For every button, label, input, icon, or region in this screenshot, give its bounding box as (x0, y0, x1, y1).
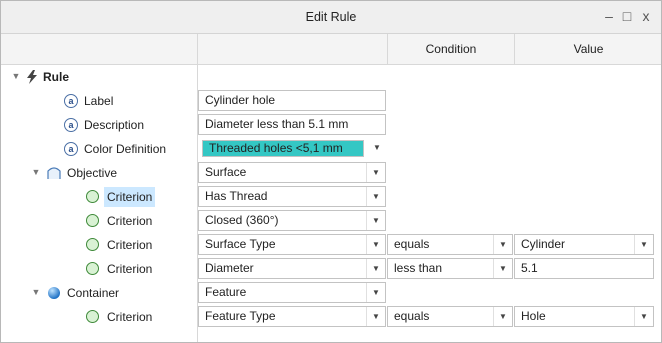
dropdown-arrow-icon[interactable]: ▼ (634, 235, 653, 254)
tree-row-rule[interactable]: ▼ Rule (1, 65, 661, 89)
criterion-icon (86, 190, 99, 203)
collapse-icon[interactable]: ▼ (31, 287, 41, 297)
criterion-label: Criterion (107, 214, 153, 228)
container-dropdown[interactable]: Feature ▼ (198, 282, 386, 303)
dropdown-arrow-icon[interactable]: ▼ (634, 307, 653, 326)
value-text: Cylinder (521, 237, 566, 251)
color-swatch: Threaded holes <5,1 mm (202, 140, 364, 157)
value-text: 5.1 (521, 261, 538, 275)
objective-dropdown[interactable]: Surface ▼ (198, 162, 386, 183)
minimize-button[interactable]: – (601, 8, 617, 24)
dropdown-arrow-icon[interactable]: ▼ (493, 259, 512, 278)
rule-label: Rule (43, 70, 70, 84)
dropdown-arrow-icon[interactable]: ▼ (366, 283, 385, 302)
color-definition-text: Threaded holes <5,1 mm (209, 141, 343, 155)
description-attribute-name: Description (84, 118, 145, 132)
window-title: Edit Rule (305, 10, 357, 24)
label-value-text: Cylinder hole (205, 93, 276, 107)
criterion-icon (86, 238, 99, 251)
dropdown-arrow-icon[interactable]: ▼ (366, 259, 385, 278)
container-label: Container (67, 286, 120, 300)
attribute-icon: a (64, 142, 78, 156)
dropdown-arrow-icon[interactable]: ▼ (366, 307, 385, 326)
criterion-icon (86, 214, 99, 227)
attribute-icon: a (64, 118, 78, 132)
tree-row-criterion[interactable]: Criterion Closed (360°) ▼ (1, 209, 661, 233)
criterion-label: Criterion (107, 262, 153, 276)
description-value-field[interactable]: Diameter less than 5.1 mm (198, 114, 386, 135)
value-input[interactable]: 5.1 (514, 258, 654, 279)
close-button[interactable]: x (638, 8, 654, 24)
label-attribute-name: Label (84, 94, 114, 108)
criterion-label: Criterion (107, 310, 153, 324)
dropdown-arrow-icon[interactable]: ▼ (366, 187, 385, 206)
tree-row-criterion[interactable]: Criterion Feature Type ▼ equals ▼ Hole ▼ (1, 305, 661, 329)
tree-row-container[interactable]: ▼ Container Feature ▼ (1, 281, 661, 305)
condition-value: equals (394, 237, 430, 251)
criterion-property-dropdown[interactable]: Surface Type ▼ (198, 234, 386, 255)
sphere-icon (48, 287, 60, 299)
collapse-icon[interactable]: ▼ (11, 71, 21, 81)
color-definition-dropdown[interactable]: Threaded holes <5,1 mm ▼ (198, 138, 386, 159)
edit-rule-window: Edit Rule – □ x Condition Value ▼ Rule a… (0, 0, 662, 343)
criterion-property-value: Closed (360°) (205, 213, 279, 227)
objective-label: Objective (67, 166, 118, 180)
condition-dropdown[interactable]: equals ▼ (387, 234, 513, 255)
maximize-button[interactable]: □ (619, 8, 635, 24)
condition-value: equals (394, 309, 430, 323)
criterion-property-value: Has Thread (205, 189, 268, 203)
criterion-property-value: Feature Type (205, 309, 276, 323)
surface-icon (47, 167, 61, 179)
criterion-property-dropdown[interactable]: Diameter ▼ (198, 258, 386, 279)
value-dropdown[interactable]: Hole ▼ (514, 306, 654, 327)
criterion-property-dropdown[interactable]: Closed (360°) ▼ (198, 210, 386, 231)
tree-row-color-definition[interactable]: a Color Definition Threaded holes <5,1 m… (1, 137, 661, 161)
column-header-value[interactable]: Value (514, 34, 662, 64)
collapse-icon[interactable]: ▼ (31, 167, 41, 177)
value-text: Hole (521, 309, 546, 323)
value-dropdown[interactable]: Cylinder ▼ (514, 234, 654, 255)
color-definition-name: Color Definition (84, 142, 167, 156)
tree-row-criterion[interactable]: Criterion Surface Type ▼ equals ▼ Cylind… (1, 233, 661, 257)
criterion-property-value: Surface Type (205, 237, 276, 251)
tree-row-objective[interactable]: ▼ Objective Surface ▼ (1, 161, 661, 185)
condition-dropdown[interactable]: less than ▼ (387, 258, 513, 279)
dropdown-arrow-icon[interactable]: ▼ (366, 211, 385, 230)
condition-dropdown[interactable]: equals ▼ (387, 306, 513, 327)
attribute-icon: a (64, 94, 78, 108)
tree-row-description[interactable]: a Description Diameter less than 5.1 mm (1, 113, 661, 137)
condition-value: less than (394, 261, 443, 275)
criterion-label: Criterion (107, 238, 153, 252)
criterion-property-dropdown[interactable]: Feature Type ▼ (198, 306, 386, 327)
title-bar: Edit Rule – □ x (1, 1, 661, 34)
dropdown-arrow-icon[interactable]: ▼ (366, 163, 385, 182)
dropdown-arrow-icon[interactable]: ▼ (493, 235, 512, 254)
criterion-icon (86, 262, 99, 275)
label-value-field[interactable]: Cylinder hole (198, 90, 386, 111)
description-value-text: Diameter less than 5.1 mm (205, 117, 349, 131)
tree-row-criterion[interactable]: Criterion Has Thread ▼ (1, 185, 661, 209)
criterion-label: Criterion (104, 187, 156, 207)
tree-row-label[interactable]: a Label Cylinder hole (1, 89, 661, 113)
tree-row-criterion[interactable]: Criterion Diameter ▼ less than ▼ 5.1 (1, 257, 661, 281)
dropdown-arrow-icon[interactable]: ▼ (368, 138, 386, 157)
dropdown-arrow-icon[interactable]: ▼ (493, 307, 512, 326)
column-header-condition[interactable]: Condition (387, 34, 514, 64)
dropdown-arrow-icon[interactable]: ▼ (366, 235, 385, 254)
criterion-property-value: Diameter (205, 261, 254, 275)
lightning-icon (27, 70, 37, 84)
criterion-icon (86, 310, 99, 323)
container-value: Feature (205, 285, 247, 299)
objective-value: Surface (205, 165, 247, 179)
column-header-row: Condition Value (1, 34, 661, 65)
column-header-name (197, 34, 387, 64)
criterion-property-dropdown[interactable]: Has Thread ▼ (198, 186, 386, 207)
